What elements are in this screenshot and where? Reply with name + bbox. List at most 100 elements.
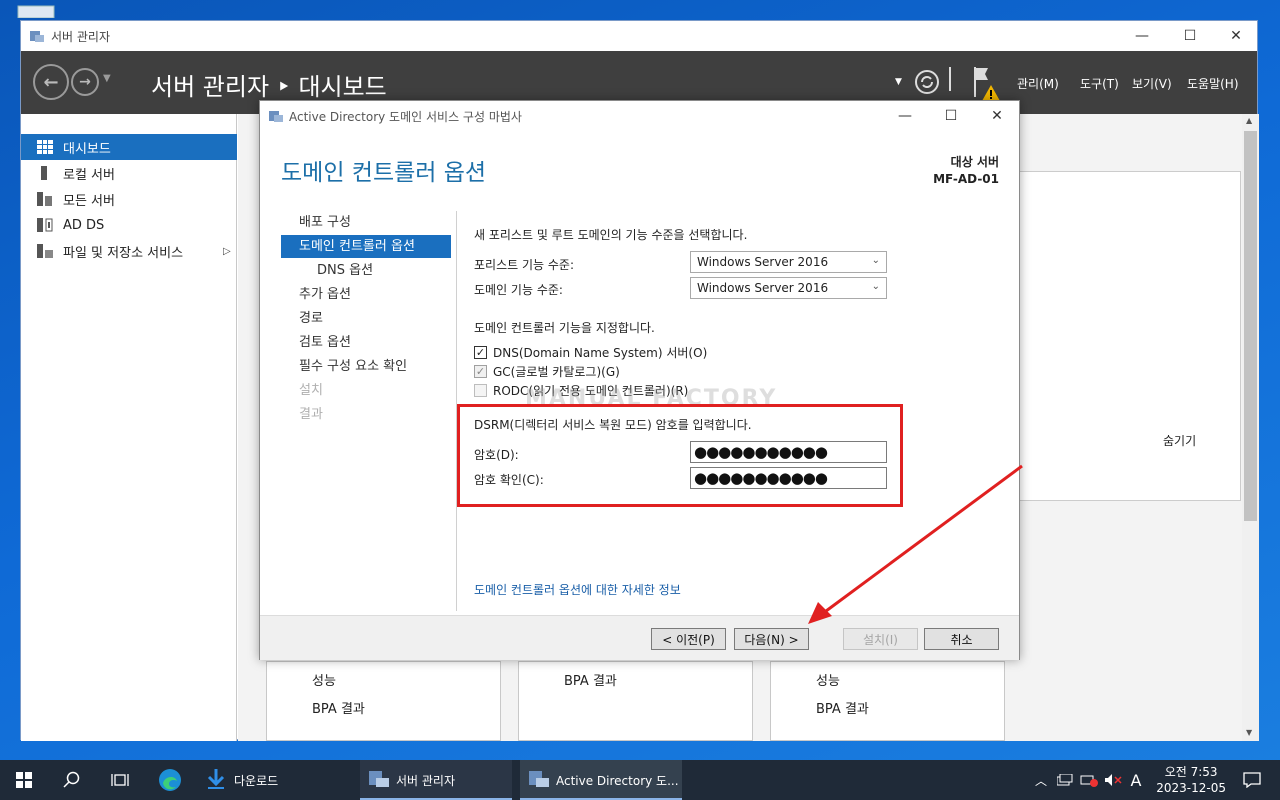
- task-view-icon[interactable]: [96, 760, 144, 800]
- forest-level-value: Windows Server 2016: [697, 255, 829, 269]
- sidebar-item-dashboard[interactable]: 대시보드: [21, 134, 237, 160]
- menu-view[interactable]: 보기(V): [1132, 75, 1172, 92]
- volume-muted-icon[interactable]: [1102, 760, 1124, 800]
- nav-additional-options[interactable]: 추가 옵션: [281, 283, 451, 306]
- sidebar-item-local-server[interactable]: 로컬 서버: [21, 160, 237, 186]
- chevron-up-icon[interactable]: ︿: [1030, 760, 1052, 800]
- menu-help[interactable]: 도움말(H): [1187, 75, 1239, 92]
- more-info-link[interactable]: 도메인 컨트롤러 옵션에 대한 자세한 정보: [474, 581, 681, 598]
- checkbox-label: DNS(Domain Name System) 서버(O): [493, 346, 708, 360]
- taskbar: 다운로드 서버 관리자 Active Directory 도... ︿ A 오전…: [0, 760, 1280, 800]
- highlight-box: [457, 404, 903, 507]
- sidebar-item-all-servers[interactable]: 모든 서버: [21, 186, 237, 212]
- server-manager-title: 서버 관리자: [51, 30, 111, 44]
- dashboard-icon: [37, 140, 53, 154]
- ad-wizard-icon: [528, 769, 550, 792]
- nav-review-options[interactable]: 검토 옵션: [281, 331, 451, 354]
- sidebar-item-ad-ds[interactable]: AD DS: [21, 212, 237, 238]
- nav-installation: 설치: [299, 383, 323, 398]
- system-clock[interactable]: 오전 7:53 2023-12-05: [1156, 764, 1226, 796]
- chevron-down-icon: ⌄: [871, 255, 880, 266]
- tile-bpa-results[interactable]: BPA 결과: [312, 698, 365, 717]
- scroll-down-icon[interactable]: ▼: [1246, 728, 1252, 737]
- welcome-panel: [981, 171, 1241, 501]
- power-icon[interactable]: [1078, 760, 1100, 800]
- tile-performance[interactable]: 성능: [816, 670, 840, 689]
- history-dropdown-icon[interactable]: ▼: [103, 73, 111, 84]
- wizard-app-icon: [268, 109, 284, 126]
- cancel-button[interactable]: 취소: [924, 628, 999, 650]
- minimize-button[interactable]: —: [1119, 21, 1165, 51]
- tile-bpa-results[interactable]: BPA 결과: [816, 698, 869, 717]
- nav-results: 결과: [299, 407, 323, 422]
- server-manager-sidebar: 대시보드 로컬 서버 모든 서버 AD DS 파일 및 저장소 서비스 ▷: [21, 114, 237, 741]
- server-icon: [37, 166, 53, 180]
- clock-time: 오전 7:53: [1164, 765, 1218, 779]
- sidebar-item-label: 파일 및 저장소 서비스: [63, 245, 184, 261]
- taskbar-app-ad-wizard[interactable]: Active Directory 도...: [520, 760, 682, 800]
- refresh-icon[interactable]: [914, 69, 940, 98]
- nav-dns-options[interactable]: DNS 옵션: [281, 259, 451, 282]
- install-button: 설치(I): [843, 628, 918, 650]
- maximize-button[interactable]: ☐: [1167, 21, 1213, 51]
- taskbar-app-downloads[interactable]: 다운로드: [198, 760, 350, 800]
- wizard-minimize-button[interactable]: —: [882, 101, 928, 131]
- windows-logo-icon: [16, 772, 32, 788]
- nav-prerequisites-check[interactable]: 필수 구성 요소 확인: [281, 355, 451, 378]
- tile-bpa-results[interactable]: BPA 결과: [564, 670, 617, 689]
- menu-manage[interactable]: 관리(M): [1017, 75, 1059, 92]
- global-catalog-checkbox: ✓ GC(글로벌 카탈로그)(G): [474, 363, 620, 380]
- checkbox-unchecked-icon: [474, 384, 487, 397]
- taskbar-app-label: Active Directory 도...: [556, 773, 679, 788]
- sidebar-item-label: 모든 서버: [63, 193, 115, 209]
- network-icon[interactable]: [1054, 760, 1076, 800]
- server-manager-titlebar: 서버 관리자 — ☐ ✕: [21, 21, 1257, 51]
- hide-welcome-link[interactable]: 숨기기: [1163, 432, 1196, 449]
- nav-paths[interactable]: 경로: [281, 307, 451, 330]
- wizard-maximize-button[interactable]: ☐: [928, 101, 974, 131]
- dns-server-checkbox[interactable]: ✓ DNS(Domain Name System) 서버(O): [474, 344, 707, 361]
- expand-chevron-icon[interactable]: ▷: [223, 246, 231, 257]
- checkbox-checked-icon[interactable]: ✓: [474, 346, 487, 359]
- scroll-up-icon[interactable]: ▲: [1246, 116, 1252, 125]
- start-button[interactable]: [0, 760, 48, 800]
- server-manager-icon: [368, 769, 390, 792]
- checkbox-label: GC(글로벌 카탈로그)(G): [493, 365, 620, 379]
- wizard-close-button[interactable]: ✕: [974, 101, 1020, 131]
- wizard-footer: < 이전(P) 다음(N) > 설치(I) 취소: [260, 615, 1019, 660]
- previous-button[interactable]: < 이전(P): [651, 628, 726, 650]
- notification-center-icon[interactable]: [1232, 760, 1272, 800]
- domain-level-select[interactable]: Windows Server 2016 ⌄: [690, 277, 887, 299]
- wizard-titlebar: Active Directory 도메인 서비스 구성 마법사 — ☐ ✕: [260, 101, 1019, 131]
- target-server-label: 대상 서버 MF-AD-01: [933, 154, 999, 188]
- next-button[interactable]: 다음(N) >: [734, 628, 809, 650]
- sidebar-item-file-storage[interactable]: 파일 및 저장소 서비스 ▷: [21, 238, 237, 264]
- dashboard-tile: 성능 BPA 결과: [770, 661, 1005, 741]
- menu-tools[interactable]: 도구(T): [1080, 75, 1119, 92]
- back-button[interactable]: ←: [33, 64, 69, 100]
- nav-domain-controller-options[interactable]: 도메인 컨트롤러 옵션: [281, 235, 451, 258]
- forward-button[interactable]: →: [71, 68, 99, 96]
- dc-capabilities-intro: 도메인 컨트롤러 기능을 지정합니다.: [474, 321, 655, 335]
- breadcrumb: 서버 관리자 ‣ 대시보드: [151, 73, 387, 101]
- edge-browser-icon[interactable]: [146, 760, 194, 800]
- sidebar-item-label: 대시보드: [63, 141, 111, 157]
- dashboard-tile: 성능 BPA 결과: [266, 661, 501, 741]
- desktop-shortcut-icon[interactable]: [0, 0, 60, 19]
- server-manager-app-icon: [29, 29, 45, 46]
- scrollbar-thumb[interactable]: [1244, 131, 1257, 521]
- sidebar-item-label: AD DS: [63, 217, 105, 233]
- close-button[interactable]: ✕: [1213, 21, 1259, 51]
- sidebar-item-label: 로컬 서버: [63, 167, 115, 183]
- servers-icon: [37, 192, 53, 206]
- input-method-indicator[interactable]: A: [1126, 760, 1146, 800]
- chevron-down-icon[interactable]: ▼: [895, 77, 902, 87]
- domain-level-value: Windows Server 2016: [697, 281, 829, 295]
- nav-deployment-configuration[interactable]: 배포 구성: [281, 211, 451, 234]
- functional-level-intro: 새 포리스트 및 루트 도메인의 기능 수준을 선택합니다.: [474, 228, 748, 242]
- taskbar-app-server-manager[interactable]: 서버 관리자: [360, 760, 512, 800]
- taskbar-app-label: 서버 관리자: [396, 773, 456, 788]
- forest-level-select[interactable]: Windows Server 2016 ⌄: [690, 251, 887, 273]
- tile-performance[interactable]: 성능: [312, 670, 336, 689]
- search-icon[interactable]: [48, 760, 96, 800]
